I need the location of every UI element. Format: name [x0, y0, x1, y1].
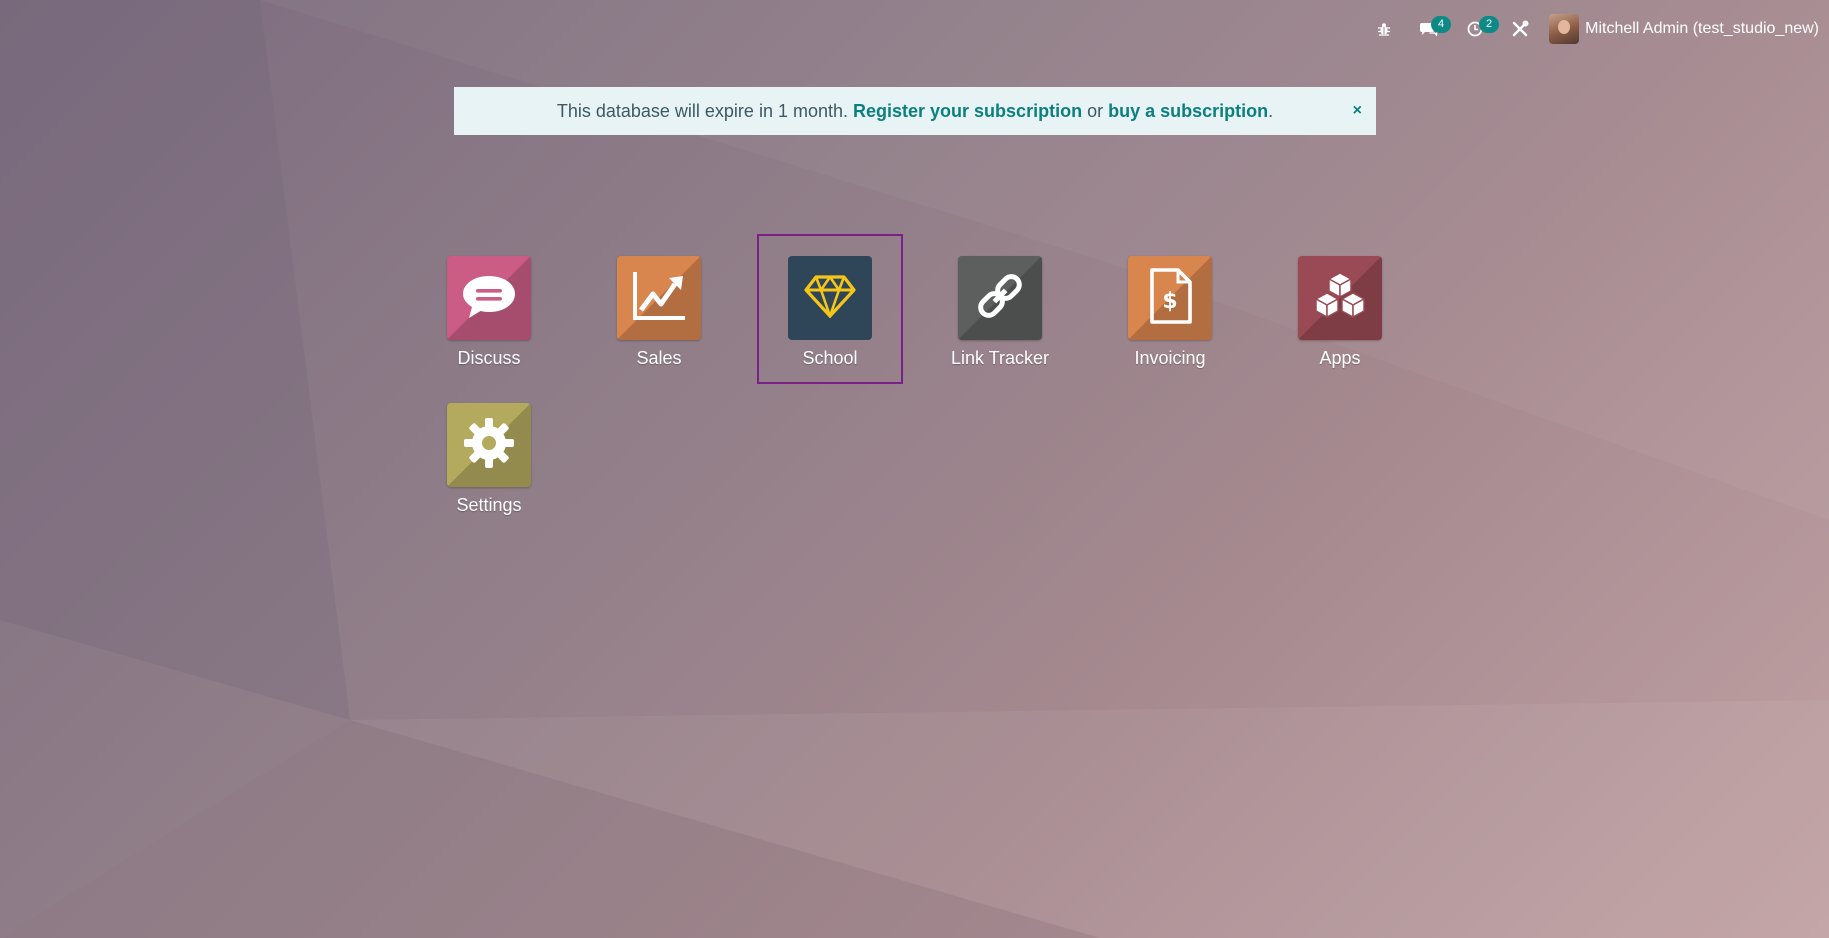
- app-apps[interactable]: Apps: [1267, 234, 1413, 384]
- messages-menu[interactable]: 4: [1419, 0, 1452, 58]
- app-icon-tile: [617, 256, 701, 340]
- subscription-expiry-banner: This database will expire in 1 month. Re…: [454, 87, 1376, 135]
- app-label: Apps: [1319, 348, 1361, 368]
- trend-chart-icon: [631, 270, 687, 327]
- app-icon-tile: $: [1128, 256, 1212, 340]
- messages-count-badge: 4: [1431, 16, 1452, 33]
- user-avatar: [1549, 14, 1580, 44]
- user-name: Mitchell Admin (test_studio_new): [1585, 20, 1819, 37]
- tools-icon: [1511, 20, 1529, 38]
- gear-icon: [462, 416, 516, 475]
- app-link-tracker[interactable]: Link Tracker: [927, 234, 1073, 384]
- banner-close-button[interactable]: ×: [1353, 102, 1362, 120]
- debug-menu[interactable]: [1377, 0, 1391, 58]
- app-sales[interactable]: Sales: [586, 234, 732, 384]
- app-label: Discuss: [457, 348, 521, 368]
- app-icon-tile: [788, 256, 872, 340]
- app-icon-tile: [447, 403, 531, 487]
- app-label: Link Tracker: [950, 348, 1050, 368]
- studio-toggle[interactable]: [1511, 0, 1529, 58]
- app-label: Invoicing: [1134, 348, 1206, 368]
- register-subscription-link[interactable]: Register your subscription: [853, 101, 1082, 122]
- app-icon-tile: [1298, 256, 1382, 340]
- app-label: Sales: [636, 348, 682, 368]
- banner-or-text: or: [1087, 100, 1104, 121]
- app-school[interactable]: School: [757, 234, 903, 384]
- app-invoicing[interactable]: $ Invoicing: [1097, 234, 1243, 384]
- banner-period: .: [1268, 100, 1274, 121]
- app-label: Settings: [456, 495, 522, 515]
- buy-subscription-link[interactable]: buy a subscription: [1108, 101, 1268, 122]
- activities-count-badge: 2: [1479, 16, 1500, 33]
- activities-menu[interactable]: 2: [1467, 0, 1500, 58]
- app-label: School: [802, 348, 858, 368]
- app-icon-tile: [958, 256, 1042, 340]
- cubes-icon: [1312, 271, 1368, 326]
- app-icon-tile: [447, 256, 531, 340]
- app-settings[interactable]: Settings: [416, 381, 562, 531]
- invoice-dollar-icon: $: [1148, 267, 1192, 329]
- bug-icon: [1377, 22, 1391, 36]
- chain-link-icon: [973, 269, 1027, 328]
- diamond-icon: [804, 274, 856, 323]
- banner-text: This database will expire in 1 month.: [556, 100, 848, 121]
- svg-text:$: $: [1162, 289, 1177, 314]
- background-facets: [0, 0, 1829, 938]
- chat-bubble-icon: [461, 272, 517, 325]
- user-menu[interactable]: Mitchell Admin (test_studio_new): [1549, 14, 1819, 44]
- app-discuss[interactable]: Discuss: [416, 234, 562, 384]
- top-navbar: 4 2 Mitchell Admin (test_studio_new): [1363, 0, 1829, 58]
